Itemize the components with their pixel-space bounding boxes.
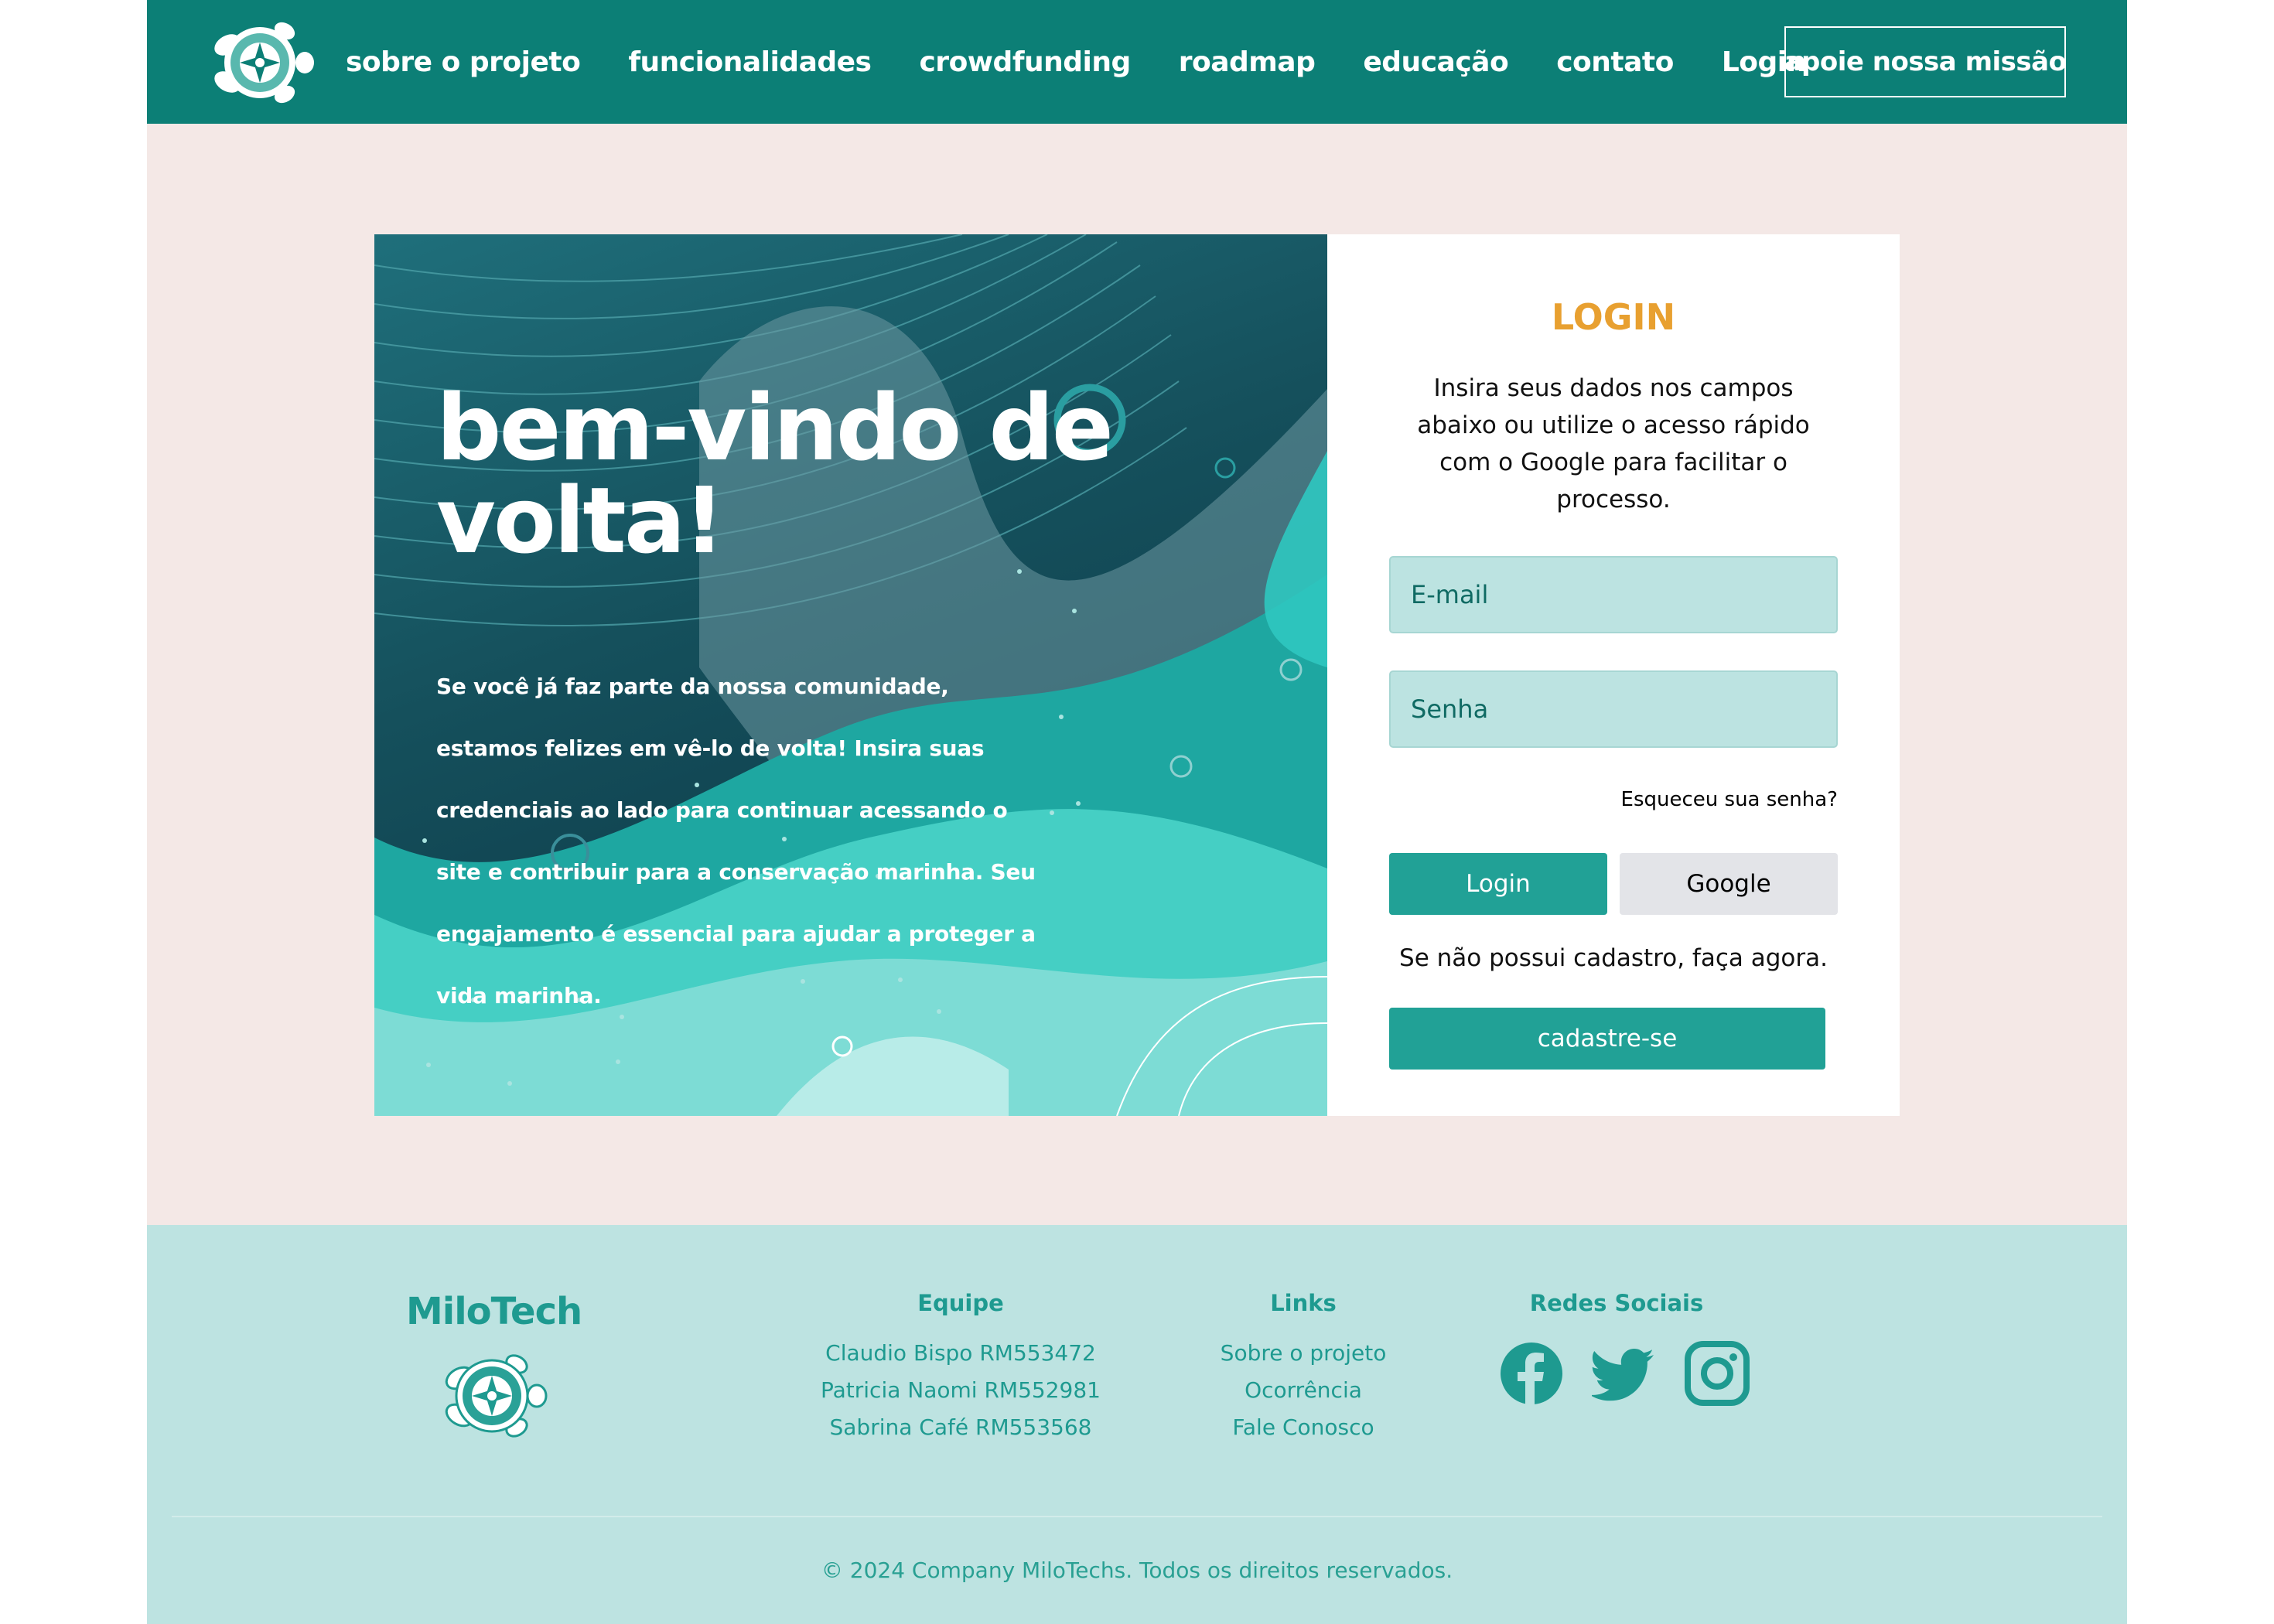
main-nav: sobre o projeto funcionalidades crowdfun… xyxy=(346,0,1854,124)
login-button[interactable]: Login xyxy=(1389,853,1607,915)
instagram-icon[interactable] xyxy=(1685,1341,1750,1406)
team-member: Claudio Bispo RM553472 xyxy=(825,1340,1096,1366)
team-member: Sabrina Café RM553568 xyxy=(829,1414,1092,1440)
login-description: Insira seus dados nos campos abaixo ou u… xyxy=(1417,374,1810,513)
signup-prompt: Se não possui cadastro, faça agora. xyxy=(1399,944,1828,972)
footer-team-title: Equipe xyxy=(917,1290,1004,1316)
nav-sobre-o-projeto[interactable]: sobre o projeto xyxy=(346,46,581,78)
footer-team-column: Equipe Claudio Bispo RM553472 Patricia N… xyxy=(814,1290,1108,1446)
nav-educacao[interactable]: educação xyxy=(1363,46,1508,78)
turtle-logo-icon xyxy=(445,1354,548,1438)
page-frame: sobre o projeto funcionalidades crowdfun… xyxy=(147,0,2127,1624)
google-login-button[interactable]: Google xyxy=(1620,853,1838,915)
footer-divider xyxy=(172,1516,2102,1517)
welcome-text: Se você já faz parte da nossa comunidade… xyxy=(436,674,1036,1008)
facebook-icon[interactable] xyxy=(1499,1341,1564,1406)
turtle-logo-icon[interactable] xyxy=(207,8,316,116)
footer-link-fale-conosco[interactable]: Fale Conosco xyxy=(1199,1409,1408,1446)
nav-contato[interactable]: contato xyxy=(1556,46,1674,78)
password-field[interactable]: Senha xyxy=(1389,670,1838,748)
site-footer: MiloTech Equipe Claudio Bispo RM553472 P… xyxy=(147,1225,2127,1624)
footer-social-column: Redes Sociais xyxy=(1477,1290,1756,1335)
nav-funcionalidades[interactable]: funcionalidades xyxy=(628,46,872,78)
nav-crowdfunding[interactable]: crowdfunding xyxy=(919,46,1131,78)
welcome-heading: bem-vindo de volta! xyxy=(436,374,1114,574)
footer-link-sobre[interactable]: Sobre o projeto xyxy=(1199,1335,1408,1372)
welcome-panel: bem-vindo de volta! Se você já faz parte… xyxy=(374,234,1327,1116)
email-field[interactable]: E-mail xyxy=(1389,556,1838,633)
twitter-icon[interactable] xyxy=(1592,1341,1657,1406)
login-title: LOGIN xyxy=(1551,296,1676,338)
login-card: LOGIN Insira seus dados nos campos abaix… xyxy=(1327,234,1900,1116)
site-header: sobre o projeto funcionalidades crowdfun… xyxy=(147,0,2127,124)
nav-roadmap[interactable]: roadmap xyxy=(1179,46,1316,78)
footer-links-column: Links Sobre o projeto Ocorrência Fale Co… xyxy=(1199,1290,1408,1446)
footer-link-ocorrencia[interactable]: Ocorrência xyxy=(1199,1372,1408,1409)
support-mission-button[interactable]: apoie nossa missão xyxy=(1784,26,2067,97)
team-member: Patricia Naomi RM552981 xyxy=(821,1377,1101,1403)
copyright-text: © 2024 Company MiloTechs. Todos os direi… xyxy=(821,1557,1453,1583)
footer-brand: MiloTech xyxy=(406,1290,582,1333)
forgot-password-link[interactable]: Esqueceu sua senha? xyxy=(1621,788,1838,811)
signup-button[interactable]: cadastre-se xyxy=(1389,1008,1825,1070)
footer-social-title: Redes Sociais xyxy=(1529,1290,1704,1316)
footer-links-title: Links xyxy=(1270,1290,1337,1316)
